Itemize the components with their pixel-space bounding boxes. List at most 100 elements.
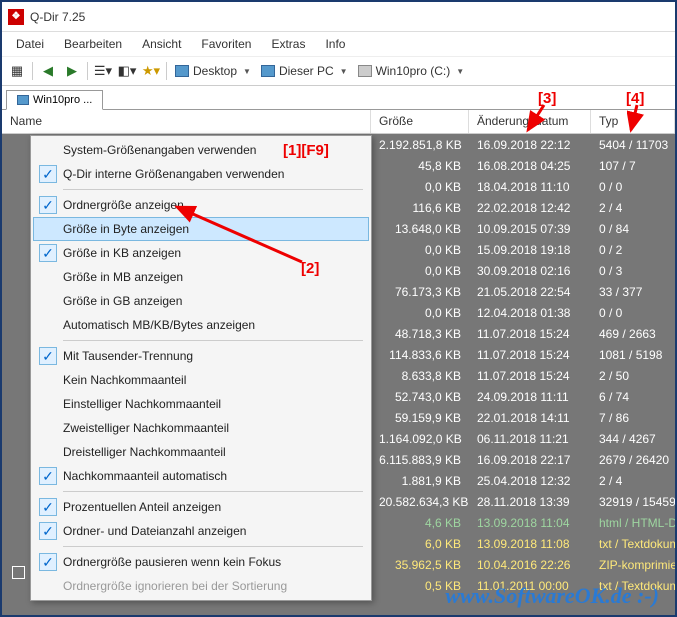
forward-icon[interactable]: ▶ — [61, 60, 83, 82]
menu-item-label: Dreistelliger Nachkommaanteil — [63, 445, 226, 459]
menu-item[interactable]: Automatisch MB/KB/Bytes anzeigen — [33, 313, 369, 337]
cell-type: 5404 / 11703 — [591, 138, 675, 152]
cell-type: 0 / 0 — [591, 306, 675, 320]
cell-date: 16.09.2018 22:17 — [469, 453, 591, 467]
menu-item-label: Zweistelliger Nachkommaanteil — [63, 421, 229, 435]
menu-separator — [63, 546, 363, 547]
cell-size: 114.833,6 KB — [371, 348, 469, 362]
cell-type: 7 / 86 — [591, 411, 675, 425]
cell-date: 11.07.2018 15:24 — [469, 369, 591, 383]
cell-type: 6 / 74 — [591, 390, 675, 404]
menu-item[interactable]: ✓Ordnergröße pausieren wenn kein Fokus — [33, 550, 369, 574]
dieserpc-dropdown[interactable]: Dieser PC▼ — [257, 60, 352, 82]
cell-size: 2.192.851,8 KB — [371, 138, 469, 152]
cell-date: 13.09.2018 11:04 — [469, 516, 591, 530]
check-icon: ✓ — [39, 244, 57, 262]
cell-date: 25.04.2018 12:32 — [469, 474, 591, 488]
toolbar: ▦ ◀ ▶ ☰▾ ◧▾ ★▾ Desktop▼ Dieser PC▼ Win10… — [2, 56, 675, 86]
cell-date: 28.11.2018 13:39 — [469, 495, 591, 509]
cell-date: 10.09.2015 07:39 — [469, 222, 591, 236]
cell-size: 0,0 KB — [371, 180, 469, 194]
cell-size: 0,0 KB — [371, 306, 469, 320]
menu-favoriten[interactable]: Favoriten — [191, 37, 261, 51]
cell-type: 2679 / 26420 — [591, 453, 675, 467]
column-headers: Name Größe Änderungsdatum Typ — [2, 110, 675, 134]
menu-item[interactable]: ✓Nachkommaanteil automatisch — [33, 464, 369, 488]
menu-item[interactable]: System-Größenangaben verwenden — [33, 138, 369, 162]
cell-type: 33 / 377 — [591, 285, 675, 299]
menu-item-label: Nachkommaanteil automatisch — [63, 469, 227, 483]
menu-item[interactable]: Größe in MB anzeigen — [33, 265, 369, 289]
cell-date: 11.07.2018 15:24 — [469, 348, 591, 362]
menu-item-label: Ordner- und Dateianzahl anzeigen — [63, 524, 246, 538]
header-size[interactable]: Größe — [371, 110, 469, 133]
window-title: Q-Dir 7.25 — [30, 10, 85, 24]
cell-size: 48.718,3 KB — [371, 327, 469, 341]
layout-icon[interactable]: ▦ — [6, 60, 28, 82]
menu-item-label: Q-Dir interne Größenangaben verwenden — [63, 167, 284, 181]
cell-size: 20.582.634,3 KB — [371, 495, 469, 509]
cell-size: 76.173,3 KB — [371, 285, 469, 299]
cell-type: txt / Textdokument — [591, 537, 675, 551]
menu-ansicht[interactable]: Ansicht — [132, 37, 191, 51]
cell-date: 12.04.2018 01:38 — [469, 306, 591, 320]
cell-date: 15.09.2018 19:18 — [469, 243, 591, 257]
menu-item-label: Kein Nachkommaanteil — [63, 373, 186, 387]
menu-item[interactable]: ✓Größe in KB anzeigen — [33, 241, 369, 265]
cell-size: 35.962,5 KB — [371, 558, 469, 572]
check-icon: ✓ — [39, 165, 57, 183]
menu-item-label: Automatisch MB/KB/Bytes anzeigen — [63, 318, 255, 332]
watermark: www.SoftwareOK.de :-) — [445, 583, 659, 609]
cell-type: 0 / 0 — [591, 180, 675, 194]
check-icon: ✓ — [39, 498, 57, 516]
checkbox-icon[interactable] — [12, 566, 25, 579]
cell-date: 21.05.2018 22:54 — [469, 285, 591, 299]
cell-type: 469 / 2663 — [591, 327, 675, 341]
back-icon[interactable]: ◀ — [37, 60, 59, 82]
menu-item[interactable]: Einstelliger Nachkommaanteil — [33, 392, 369, 416]
check-icon: ✓ — [39, 522, 57, 540]
cell-size: 13.648,0 KB — [371, 222, 469, 236]
menu-item-label: Prozentuellen Anteil anzeigen — [63, 500, 221, 514]
cell-type: 0 / 84 — [591, 222, 675, 236]
menu-item[interactable]: ✓ Ordner- und Dateianzahl anzeigen — [33, 519, 369, 543]
header-date[interactable]: Änderungsdatum — [469, 110, 591, 133]
menu-bearbeiten[interactable]: Bearbeiten — [54, 37, 132, 51]
menu-item[interactable]: ✓ Q-Dir interne Größenangaben verwenden — [33, 162, 369, 186]
fav-icon[interactable]: ★▾ — [140, 60, 162, 82]
desktop-dropdown[interactable]: Desktop▼ — [171, 60, 255, 82]
menu-item[interactable]: ✓Mit Tausender-Trennung — [33, 344, 369, 368]
cell-date: 22.02.2018 12:42 — [469, 201, 591, 215]
view-icon[interactable]: ☰▾ — [92, 60, 114, 82]
cell-size: 59.159,9 KB — [371, 411, 469, 425]
check-icon: ✓ — [39, 196, 57, 214]
color-icon[interactable]: ◧▾ — [116, 60, 138, 82]
check-icon: ✓ — [39, 553, 57, 571]
cell-type: 0 / 2 — [591, 243, 675, 257]
cell-type: ZIP-komprimierter... — [591, 558, 675, 572]
tab-win10pro[interactable]: Win10pro ... — [6, 90, 103, 110]
header-type[interactable]: Typ — [591, 110, 675, 133]
menu-item[interactable]: Dreistelliger Nachkommaanteil — [33, 440, 369, 464]
menu-item[interactable]: Kein Nachkommaanteil — [33, 368, 369, 392]
menu-datei[interactable]: Datei — [6, 37, 54, 51]
menu-item[interactable]: Zweistelliger Nachkommaanteil — [33, 416, 369, 440]
menu-item[interactable]: Größe in GB anzeigen — [33, 289, 369, 313]
cell-size: 52.743,0 KB — [371, 390, 469, 404]
menu-item[interactable]: ✓ Prozentuellen Anteil anzeigen — [33, 495, 369, 519]
menu-item-label: Ordnergröße ignorieren bei der Sortierun… — [63, 579, 287, 593]
header-name[interactable]: Name — [2, 110, 371, 133]
cell-size: 0,0 KB — [371, 264, 469, 278]
win10pro-dropdown[interactable]: Win10pro (C:)▼ — [354, 60, 469, 82]
cell-type: 107 / 7 — [591, 159, 675, 173]
menu-item[interactable]: ✓Ordnergröße anzeigen — [33, 193, 369, 217]
menu-item-label: Größe in GB anzeigen — [63, 294, 182, 308]
cell-size: 0,0 KB — [371, 243, 469, 257]
cell-size: 4,6 KB — [371, 516, 469, 530]
menu-info[interactable]: Info — [315, 37, 355, 51]
menu-item[interactable]: Größe in Byte anzeigen — [33, 217, 369, 241]
menu-extras[interactable]: Extras — [261, 37, 315, 51]
cell-date: 16.08.2018 04:25 — [469, 159, 591, 173]
cell-date: 24.09.2018 11:11 — [469, 390, 591, 404]
cell-type: 32919 / 154599 — [591, 495, 675, 509]
